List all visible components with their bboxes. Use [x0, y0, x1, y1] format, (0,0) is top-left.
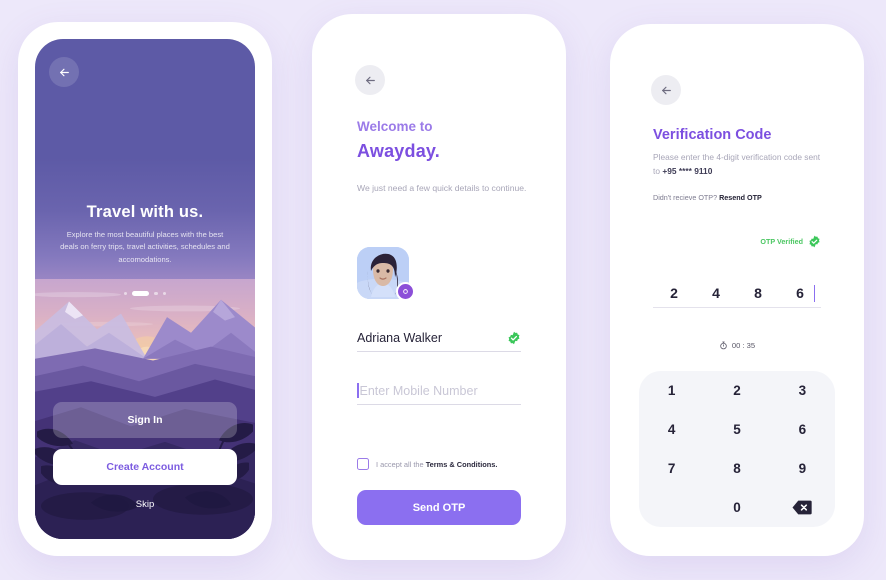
signup-screen: Welcome to Awayday. We just need a few q… — [329, 31, 549, 543]
name-field-value: Adriana Walker — [357, 331, 442, 345]
back-button[interactable] — [49, 57, 79, 87]
terms-checkbox[interactable] — [357, 458, 369, 470]
text-cursor — [813, 285, 815, 302]
keypad-key-1[interactable]: 1 — [639, 371, 704, 410]
keypad-key-8[interactable]: 8 — [704, 449, 769, 488]
otp-digit: 6 — [796, 285, 804, 301]
otp-cell[interactable]: 4 — [695, 285, 737, 308]
numeric-keypad[interactable]: 1 2 3 4 5 6 7 8 9 0 — [639, 371, 835, 527]
arrow-left-icon — [661, 86, 671, 94]
terms-label: I accept all the Terms & Conditions. — [376, 460, 497, 469]
backspace-icon — [792, 500, 812, 515]
camera-badge[interactable] — [396, 282, 415, 301]
text-cursor — [357, 383, 359, 398]
otp-cell[interactable]: 8 — [737, 285, 779, 308]
otp-digit: 2 — [670, 285, 678, 301]
phone-frame-signup: Welcome to Awayday. We just need a few q… — [312, 14, 566, 560]
pagination-dot[interactable] — [154, 291, 158, 296]
otp-digit: 8 — [754, 285, 762, 301]
verification-content: Verification Code Please enter the 4-dig… — [627, 41, 847, 539]
arrow-left-icon — [59, 68, 69, 76]
signup-description: We just need a few quick details to cont… — [357, 183, 527, 193]
otp-cell[interactable]: 2 — [653, 285, 695, 308]
welcome-small-text: Welcome to — [357, 119, 433, 134]
resend-prefix: Didn't recieve OTP? — [653, 193, 720, 202]
keypad-key-0[interactable]: 0 — [704, 488, 769, 527]
otp-verified-status: OTP Verified — [760, 235, 821, 248]
app-mockup-stage: Travel with us. Explore the most beautif… — [0, 0, 886, 580]
verified-check-icon — [508, 331, 520, 345]
camera-icon — [403, 289, 408, 294]
mobile-number-field[interactable]: Enter Mobile Number — [357, 383, 521, 405]
stopwatch-icon — [720, 341, 727, 350]
back-button[interactable] — [355, 65, 385, 95]
terms-row[interactable]: I accept all the Terms & Conditions. — [357, 458, 497, 470]
skip-button[interactable]: Skip — [35, 499, 255, 510]
terms-link[interactable]: Terms & Conditions. — [426, 460, 498, 469]
pagination-dot-active[interactable] — [132, 291, 150, 296]
keypad-key-9[interactable]: 9 — [770, 449, 835, 488]
keypad-key-4[interactable]: 4 — [639, 410, 704, 449]
masked-phone-number: +95 **** 9110 — [662, 165, 713, 176]
arrow-left-icon — [365, 76, 375, 84]
keypad-key-empty — [639, 488, 704, 527]
verification-screen: Verification Code Please enter the 4-dig… — [627, 41, 847, 539]
create-account-button[interactable]: Create Account — [53, 449, 237, 485]
otp-verified-label: OTP Verified — [760, 237, 803, 246]
otp-input-row[interactable]: 2 4 8 6 — [653, 285, 821, 308]
avatar-upload[interactable] — [357, 247, 415, 301]
resend-otp-link[interactable]: Resend OTP — [719, 193, 762, 202]
keypad-key-6[interactable]: 6 — [770, 410, 835, 449]
signup-content: Welcome to Awayday. We just need a few q… — [329, 31, 549, 543]
onboarding-title: Travel with us. — [86, 203, 204, 221]
keypad-key-5[interactable]: 5 — [704, 410, 769, 449]
name-field[interactable]: Adriana Walker — [357, 331, 521, 352]
terms-prefix: I accept all the — [376, 459, 426, 469]
back-button[interactable] — [651, 75, 681, 105]
verified-check-icon — [809, 235, 820, 248]
pagination-dot[interactable] — [123, 291, 128, 296]
mobile-number-placeholder: Enter Mobile Number — [359, 383, 478, 398]
verification-description: Please enter the 4-digit verification co… — [653, 151, 825, 178]
otp-timer: 00 : 35 — [627, 341, 847, 350]
keypad-key-7[interactable]: 7 — [639, 449, 704, 488]
resend-row: Didn't recieve OTP? Resend OTP — [653, 193, 762, 202]
otp-digit: 4 — [712, 285, 720, 301]
phone-frame-onboarding: Travel with us. Explore the most beautif… — [18, 22, 272, 556]
onboarding-content: Travel with us. Explore the most beautif… — [35, 39, 255, 539]
otp-timer-value: 00 : 35 — [731, 341, 756, 350]
pagination-dot[interactable] — [162, 291, 167, 296]
otp-cell-active[interactable]: 6 — [779, 285, 821, 308]
pagination-dots[interactable] — [35, 291, 255, 296]
onboarding-screen: Travel with us. Explore the most beautif… — [35, 39, 255, 539]
brand-name: Awayday. — [357, 141, 440, 161]
keypad-key-delete[interactable] — [770, 488, 835, 527]
keypad-key-2[interactable]: 2 — [704, 371, 769, 410]
sign-in-button[interactable]: Sign In — [53, 402, 237, 438]
phone-frame-verification: Verification Code Please enter the 4-dig… — [610, 24, 864, 556]
verification-title: Verification Code — [653, 127, 772, 143]
keypad-key-3[interactable]: 3 — [770, 371, 835, 410]
send-otp-button[interactable]: Send OTP — [357, 490, 521, 525]
onboarding-subtitle: Explore the most beautiful places with t… — [60, 230, 230, 264]
